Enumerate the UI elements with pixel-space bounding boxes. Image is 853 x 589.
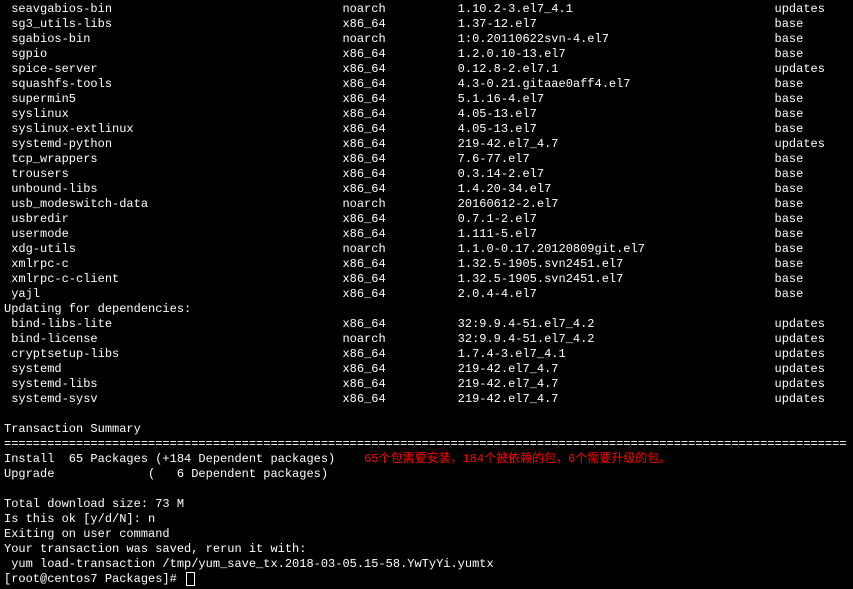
upgrade-line: Upgrade ( 6 Dependent packages) xyxy=(4,467,849,482)
package-row: usermode x86_64 1.111-5.el7 base 193 k xyxy=(4,227,849,242)
updates-list: bind-libs-lite x86_64 32:9.9.4-51.el7_4.… xyxy=(4,317,849,407)
cursor-icon xyxy=(186,572,195,586)
package-row: systemd-python x86_64 219-42.el7_4.7 upd… xyxy=(4,137,849,152)
prompt-text: [root@centos7 Packages]# xyxy=(4,572,184,586)
blank-line-2 xyxy=(4,482,849,497)
package-row: supermin5 x86_64 5.1.16-4.el7 base 550 k xyxy=(4,92,849,107)
package-row: spice-server x86_64 0.12.8-2.el7.1 updat… xyxy=(4,62,849,77)
summary-title: Transaction Summary xyxy=(4,422,849,437)
package-row: sgabios-bin noarch 1:0.20110622svn-4.el7… xyxy=(4,32,849,47)
package-row: systemd x86_64 219-42.el7_4.7 updates 5.… xyxy=(4,362,849,377)
annotation: 65个包需要安装，184个被依赖的包，6个需要升级的包。 xyxy=(364,452,671,466)
package-row: cryptsetup-libs x86_64 1.7.4-3.el7_4.1 u… xyxy=(4,347,849,362)
blank-line xyxy=(4,407,849,422)
package-row: bind-libs-lite x86_64 32:9.9.4-51.el7_4.… xyxy=(4,317,849,332)
package-row: usbredir x86_64 0.7.1-2.el7 base 47 k xyxy=(4,212,849,227)
package-row: trousers x86_64 0.3.14-2.el7 base 289 k xyxy=(4,167,849,182)
install-text: Install 65 Packages (+184 Dependent pack… xyxy=(4,452,335,466)
saved-line: Your transaction was saved, rerun it wit… xyxy=(4,542,849,557)
shell-prompt[interactable]: [root@centos7 Packages]# xyxy=(4,572,849,587)
package-row: systemd-libs x86_64 219-42.el7_4.7 updat… xyxy=(4,377,849,392)
exiting-line: Exiting on user command xyxy=(4,527,849,542)
package-row: unbound-libs x86_64 1.4.20-34.el7 base 2… xyxy=(4,182,849,197)
package-row: sgpio x86_64 1.2.0.10-13.el7 base 13 k xyxy=(4,47,849,62)
package-row: syslinux-extlinux x86_64 4.05-13.el7 bas… xyxy=(4,122,849,137)
package-row: squashfs-tools x86_64 4.3-0.21.gitaae0af… xyxy=(4,77,849,92)
package-row: xmlrpc-c x86_64 1.32.5-1905.svn2451.el7 … xyxy=(4,257,849,272)
package-row: sg3_utils-libs x86_64 1.37-12.el7 base 6… xyxy=(4,17,849,32)
package-row: yajl x86_64 2.0.4-4.el7 base 39 k xyxy=(4,287,849,302)
updating-header: Updating for dependencies: xyxy=(4,302,849,317)
divider: ========================================… xyxy=(4,437,849,452)
rerun-line: yum load-transaction /tmp/yum_save_tx.20… xyxy=(4,557,849,572)
package-row: seavgabios-bin noarch 1.10.2-3.el7_4.1 u… xyxy=(4,2,849,17)
confirm-prompt[interactable]: Is this ok [y/d/N]: n xyxy=(4,512,849,527)
install-line: Install 65 Packages (+184 Dependent pack… xyxy=(4,452,849,467)
package-row: systemd-sysv x86_64 219-42.el7_4.7 updat… xyxy=(4,392,849,407)
package-row: usb_modeswitch-data noarch 20160612-2.el… xyxy=(4,197,849,212)
download-size: Total download size: 73 M xyxy=(4,497,849,512)
package-row: tcp_wrappers x86_64 7.6-77.el7 base 78 k xyxy=(4,152,849,167)
package-row: syslinux x86_64 4.05-13.el7 base 989 k xyxy=(4,107,849,122)
package-list: seavgabios-bin noarch 1.10.2-3.el7_4.1 u… xyxy=(4,2,849,302)
package-row: xdg-utils noarch 1.1.0-0.17.20120809git.… xyxy=(4,242,849,257)
package-row: xmlrpc-c-client x86_64 1.32.5-1905.svn24… xyxy=(4,272,849,287)
package-row: bind-license noarch 32:9.9.4-51.el7_4.2 … xyxy=(4,332,849,347)
